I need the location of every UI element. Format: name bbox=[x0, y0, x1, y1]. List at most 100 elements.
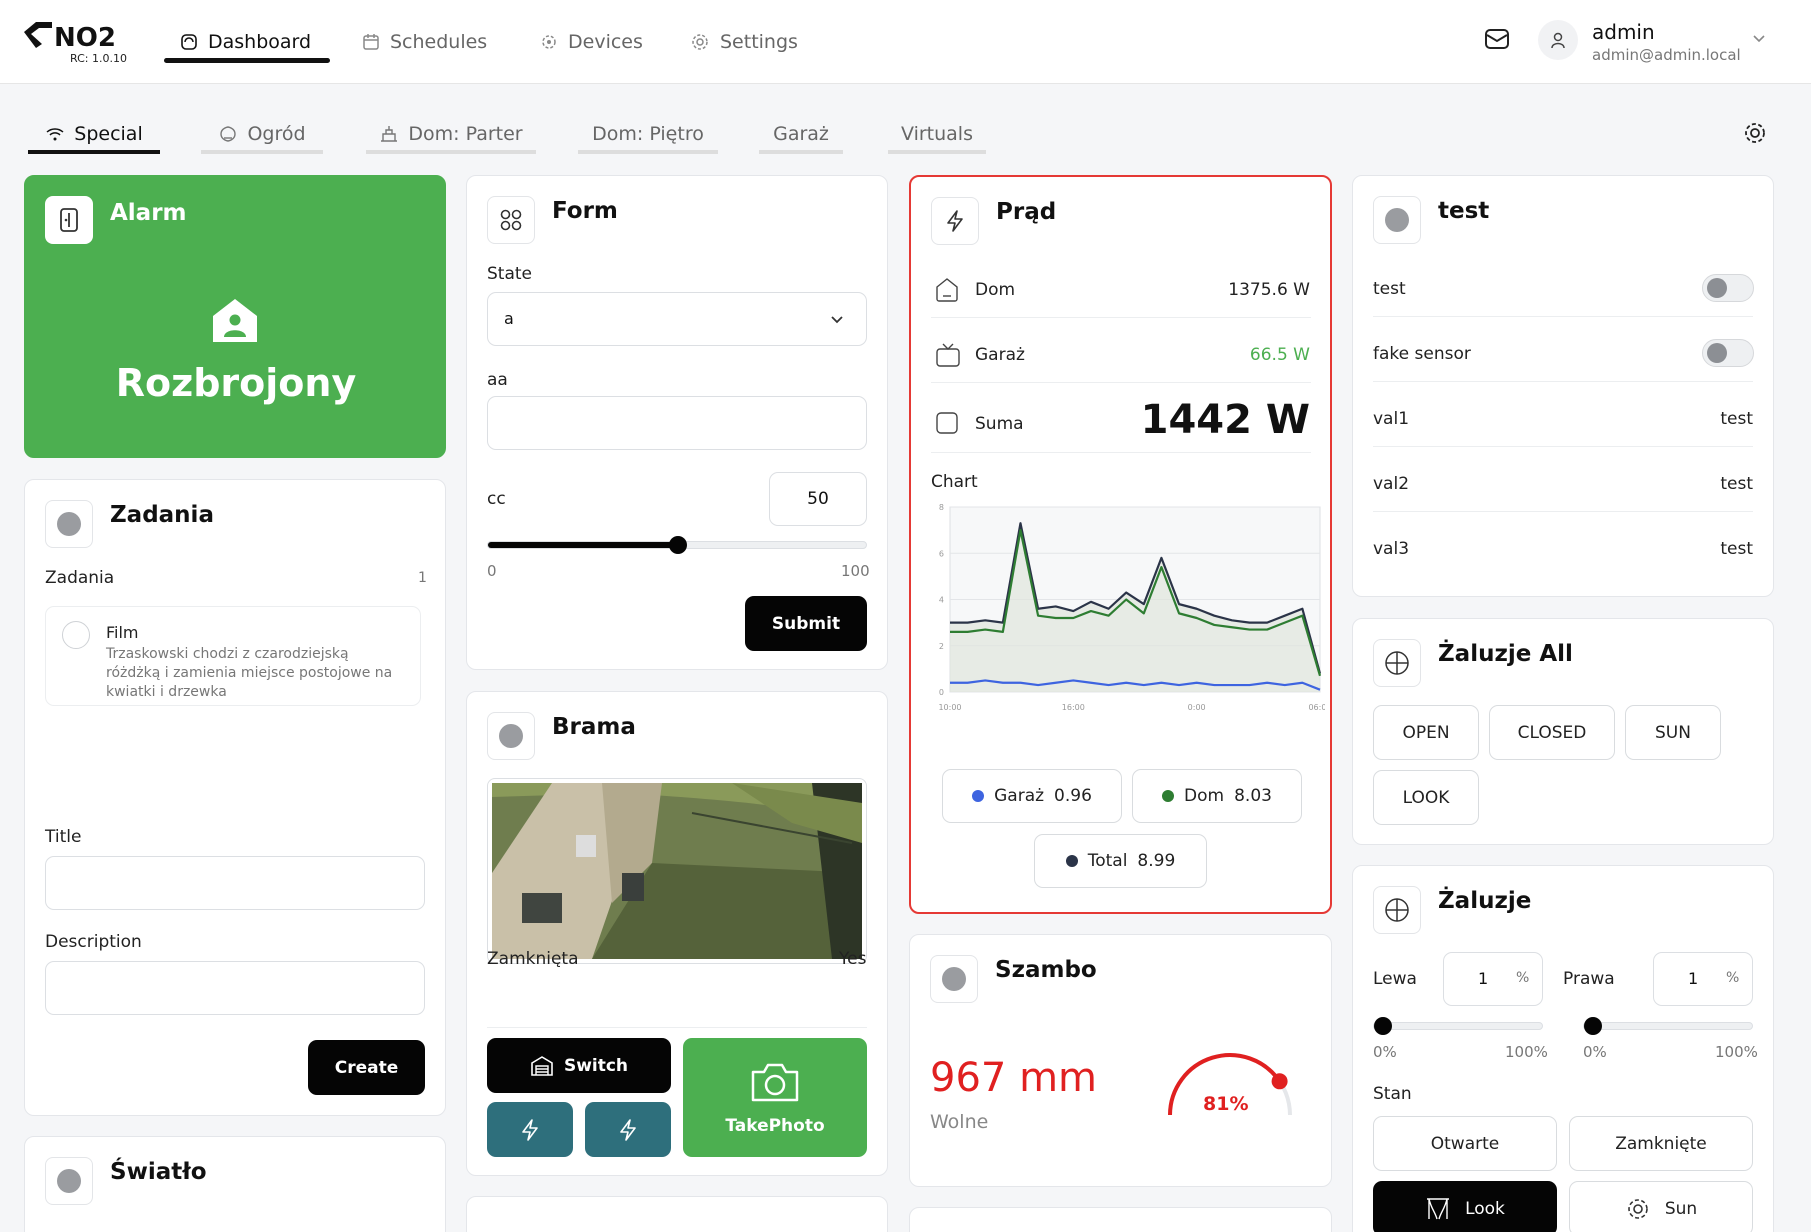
camera-snapshot[interactable] bbox=[487, 778, 867, 964]
next-card bbox=[909, 1207, 1332, 1232]
divider bbox=[1373, 446, 1753, 447]
square-icon bbox=[936, 412, 958, 434]
otwarte-button[interactable]: Otwarte bbox=[1373, 1116, 1557, 1171]
chart-x-tick-label: 10:00 bbox=[938, 703, 961, 712]
chart-y-tick-label: 4 bbox=[939, 596, 944, 605]
chart-x-tick-label: 0:00 bbox=[1188, 703, 1206, 712]
zamkniete-button[interactable]: Zamknięte bbox=[1569, 1116, 1753, 1171]
sun-button[interactable]: SUN bbox=[1625, 705, 1721, 760]
take-photo-button[interactable]: TakePhoto bbox=[683, 1038, 867, 1157]
nav-devices[interactable]: Devices bbox=[540, 27, 643, 57]
legend-garaz-dot bbox=[972, 790, 985, 802]
nav-dashboard[interactable]: Dashboard bbox=[180, 27, 311, 57]
lewa-max: 100% bbox=[1505, 1043, 1548, 1061]
wifi-icon bbox=[46, 128, 64, 141]
legend-total-dot bbox=[1065, 855, 1078, 867]
create-button[interactable]: Create bbox=[308, 1040, 425, 1095]
tab-special[interactable]: Special bbox=[28, 118, 160, 154]
camera-image bbox=[492, 783, 862, 959]
chevron-down-icon[interactable] bbox=[1752, 34, 1766, 44]
task-checkbox[interactable] bbox=[62, 621, 90, 649]
cc-number-input[interactable]: 50 bbox=[769, 472, 867, 526]
szambo-level-label: Wolne bbox=[930, 1111, 989, 1133]
divider bbox=[487, 1027, 867, 1028]
test-toggle[interactable] bbox=[1702, 274, 1754, 302]
status-dot-icon bbox=[499, 724, 523, 748]
look-button[interactable]: Look bbox=[1373, 1181, 1557, 1232]
dom-label: Dom bbox=[975, 280, 1016, 300]
fake-sensor-toggle[interactable] bbox=[1702, 339, 1754, 367]
chevron-down-icon bbox=[831, 316, 843, 324]
divider bbox=[1373, 381, 1753, 382]
cc-slider-handle[interactable] bbox=[669, 536, 687, 554]
tab-dom-parter-label: Dom: Parter bbox=[408, 123, 523, 145]
avatar[interactable] bbox=[1538, 20, 1578, 60]
legend-garaz[interactable]: Garaż 0.96 bbox=[942, 769, 1122, 823]
user-name: admin bbox=[1592, 20, 1655, 44]
prad-icon-box bbox=[931, 197, 979, 245]
chart-y-tick-label: 6 bbox=[939, 549, 944, 558]
slider-max: 100 bbox=[841, 562, 870, 580]
description-input[interactable] bbox=[45, 961, 425, 1015]
bolt-button-1[interactable] bbox=[487, 1102, 573, 1157]
legend-dom-value: 8.03 bbox=[1234, 786, 1272, 806]
gauge-handle bbox=[1271, 1073, 1288, 1090]
switch-button[interactable]: Switch bbox=[487, 1038, 671, 1093]
nav-settings[interactable]: Settings bbox=[690, 27, 798, 57]
tab-virtuals[interactable]: Virtuals bbox=[888, 118, 986, 154]
tab-settings-gear-icon[interactable] bbox=[1742, 120, 1768, 146]
sun-button[interactable]: Sun bbox=[1569, 1181, 1753, 1232]
prawa-slider-handle[interactable] bbox=[1584, 1017, 1602, 1035]
look-button[interactable]: LOOK bbox=[1373, 770, 1479, 825]
legend-dom[interactable]: Dom 8.03 bbox=[1132, 769, 1302, 823]
aa-label: aa bbox=[487, 370, 508, 390]
mail-icon[interactable] bbox=[1484, 28, 1510, 50]
prawa-input[interactable]: 1 % bbox=[1653, 952, 1753, 1006]
aa-input[interactable] bbox=[487, 396, 867, 450]
lewa-min: 0% bbox=[1373, 1043, 1397, 1061]
nav-schedules[interactable]: Schedules bbox=[362, 27, 487, 57]
submit-button[interactable]: Submit bbox=[745, 596, 867, 651]
curtains-icon bbox=[1427, 1197, 1450, 1219]
alarm-card[interactable]: Alarm Rozbrojony bbox=[24, 175, 446, 458]
legend-dom-dot bbox=[1162, 790, 1175, 802]
test-title: test bbox=[1438, 198, 1490, 224]
prad-card: Prąd Dom 1375.6 W Garaż 66.5 W Suma 1442… bbox=[909, 175, 1332, 914]
form-title: Form bbox=[552, 198, 618, 224]
cc-slider[interactable] bbox=[487, 536, 867, 554]
lewa-slider-handle[interactable] bbox=[1374, 1017, 1392, 1035]
house-user-icon bbox=[213, 299, 257, 342]
divider bbox=[1373, 511, 1753, 512]
legend-total[interactable]: Total 8.99 bbox=[1034, 834, 1207, 888]
divider bbox=[931, 317, 1311, 318]
stairs-icon bbox=[381, 126, 398, 142]
open-button[interactable]: OPEN bbox=[1373, 705, 1479, 760]
lewa-slider[interactable] bbox=[1373, 1017, 1543, 1035]
zadania-icon-box bbox=[45, 500, 93, 548]
legend-dom-label: Dom bbox=[1184, 786, 1225, 806]
nav-schedules-label: Schedules bbox=[390, 31, 488, 53]
brama-status-label: Zamknięta bbox=[487, 949, 579, 969]
prawa-slider[interactable] bbox=[1583, 1017, 1753, 1035]
nav-settings-label: Settings bbox=[720, 31, 798, 53]
stan-label: Stan bbox=[1373, 1084, 1412, 1104]
look-button-label: Look bbox=[1465, 1198, 1505, 1219]
state-select[interactable]: a bbox=[487, 292, 867, 346]
test-icon-box bbox=[1373, 196, 1421, 244]
power-chart[interactable]: 8 6 4 2 0 10:00 16:00 0:00 06:00 bbox=[925, 497, 1325, 737]
tab-dom-pietro[interactable]: Dom: Piętro bbox=[578, 118, 718, 154]
state-label: State bbox=[487, 264, 532, 284]
closed-button[interactable]: CLOSED bbox=[1489, 705, 1615, 760]
tab-ogrod[interactable]: Ogród bbox=[201, 118, 323, 154]
title-input[interactable] bbox=[45, 856, 425, 910]
status-dot-icon bbox=[57, 1169, 81, 1193]
test-card: test test fake sensor val1 test val2 tes… bbox=[1352, 175, 1774, 597]
tab-dom-parter[interactable]: Dom: Parter bbox=[366, 118, 536, 154]
task-item[interactable]: Film Trzaskowski chodzi z czarodziejską … bbox=[45, 606, 421, 706]
tab-garaz[interactable]: Garaż bbox=[759, 118, 843, 154]
lewa-label: Lewa bbox=[1373, 969, 1417, 989]
bolt-button-2[interactable] bbox=[585, 1102, 671, 1157]
lewa-input[interactable]: 1 % bbox=[1443, 952, 1543, 1006]
val-row-value: test bbox=[1720, 474, 1753, 494]
nav-active-indicator bbox=[164, 58, 330, 63]
